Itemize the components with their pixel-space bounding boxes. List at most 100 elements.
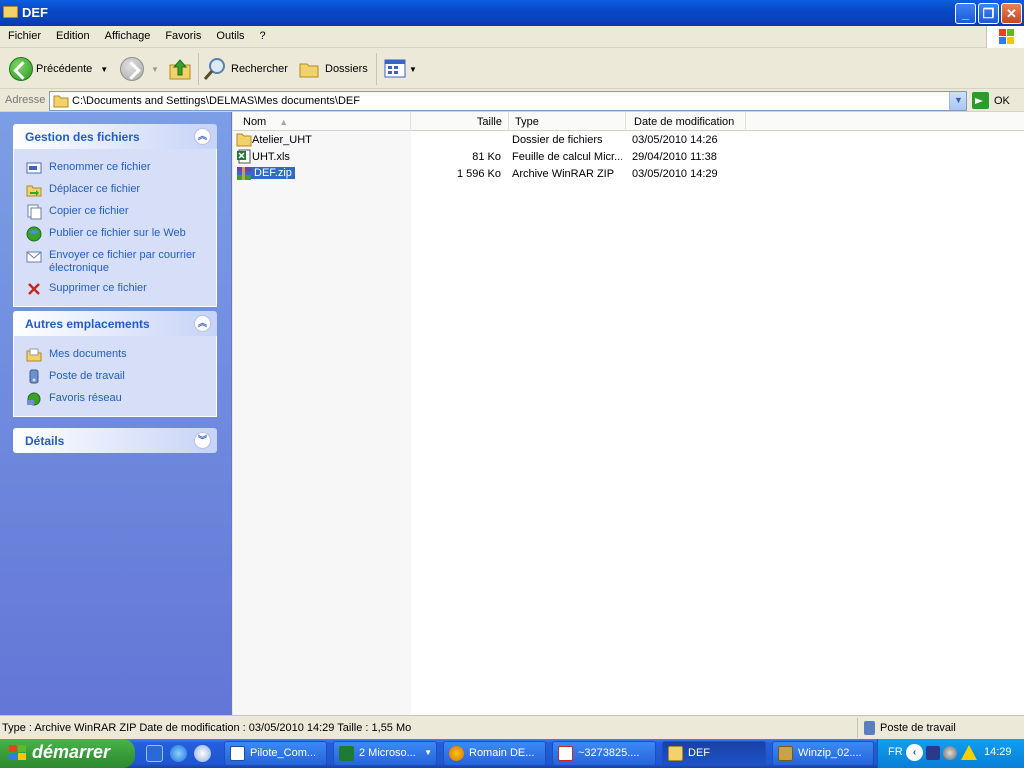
warning-tray-icon[interactable] <box>961 745 977 760</box>
menu-help[interactable]: ? <box>252 26 273 42</box>
place-my-documents[interactable]: Mes documents <box>14 344 216 366</box>
windows-logo-icon <box>986 26 1024 48</box>
details-panel: Détails ︾ <box>13 428 217 453</box>
back-button[interactable]: Précédente ▼ <box>9 55 108 83</box>
task-label: Mes documents <box>49 348 127 360</box>
clock[interactable]: 14:29 <box>984 746 1012 758</box>
status-zone: Poste de travail <box>857 718 1024 738</box>
quicklaunch-media-icon[interactable] <box>194 745 211 762</box>
collapse-icon[interactable]: ︽ <box>194 128 211 145</box>
quicklaunch-ie-icon[interactable] <box>170 745 187 762</box>
expand-icon[interactable]: ︾ <box>194 432 211 449</box>
copy-icon <box>27 204 42 220</box>
taskbar: démarrer Pilote_Com... 2 Microso... ▼ Ro… <box>0 739 1024 768</box>
volume-tray-icon[interactable] <box>943 746 957 760</box>
browser-icon <box>449 746 464 761</box>
menu-outils[interactable]: Outils <box>208 26 251 42</box>
column-name[interactable]: Nom ▲ <box>233 112 411 131</box>
column-type[interactable]: Type <box>509 112 626 131</box>
views-button[interactable]: ▼ <box>384 55 417 83</box>
other-places-header[interactable]: Autres emplacements ︽ <box>13 311 217 336</box>
up-folder-button[interactable] <box>168 55 192 83</box>
search-label: Rechercher <box>231 63 288 75</box>
language-indicator[interactable]: FR <box>888 746 903 758</box>
taskbar-button-label: ~3273825.... <box>578 747 640 759</box>
excel-icon <box>339 746 354 761</box>
sorted-column-shade <box>233 131 411 715</box>
menu-affichage[interactable]: Affichage <box>97 26 158 42</box>
toolbar: Précédente ▼ ▼ Rechercher Dossiers ▼ <box>0 49 1024 89</box>
file-row[interactable]: DEF.zip 1 596 Ko Archive WinRAR ZIP 03/0… <box>233 166 753 183</box>
taskbar-button-pdf[interactable]: ~3273825.... <box>552 741 656 766</box>
column-header: Nom ▲ Taille Type Date de modification <box>233 112 1024 131</box>
taskbar-button-def[interactable]: DEF <box>662 741 766 766</box>
file-row[interactable]: Atelier_UHT Dossier de fichiers 03/05/20… <box>233 132 753 149</box>
sort-ascending-icon: ▲ <box>279 117 289 127</box>
collapse-icon[interactable]: ︽ <box>194 315 211 332</box>
toolbar-divider <box>198 53 199 85</box>
task-email[interactable]: Envoyer ce fichier par courrier électron… <box>14 245 216 278</box>
file-size: 1 596 Ko <box>456 168 501 180</box>
file-tasks-list: Renommer ce fichier Déplacer ce fichier … <box>13 149 217 307</box>
excel-file-icon <box>237 149 251 164</box>
quicklaunch-outlook-icon[interactable] <box>146 745 163 762</box>
taskbar-button-firefox[interactable]: Romain DE... <box>443 741 546 766</box>
go-button[interactable]: OK <box>972 92 1010 109</box>
network-icon <box>27 392 41 406</box>
chevron-down-icon[interactable]: ▼ <box>409 65 417 74</box>
move-icon <box>26 185 42 197</box>
search-button[interactable]: Rechercher <box>203 55 288 83</box>
forward-button[interactable]: ▼ <box>120 55 159 83</box>
place-my-computer[interactable]: Poste de travail <box>14 366 216 388</box>
address-bar: Adresse C:\Documents and Settings\DELMAS… <box>0 90 1024 112</box>
folders-label: Dossiers <box>325 63 368 75</box>
address-dropdown-button[interactable]: ▼ <box>949 92 966 110</box>
computer-icon <box>29 369 39 384</box>
column-size-label: Taille <box>476 116 502 128</box>
task-rename[interactable]: Renommer ce fichier <box>14 157 216 179</box>
column-date[interactable]: Date de modification <box>626 112 746 131</box>
file-list[interactable]: Nom ▲ Taille Type Date de modification A… <box>233 112 1024 715</box>
task-copy[interactable]: Copier ce fichier <box>14 201 216 223</box>
rename-icon <box>26 162 42 174</box>
task-move[interactable]: Déplacer ce fichier <box>14 179 216 201</box>
task-publish-web[interactable]: Publier ce fichier sur le Web <box>14 223 216 245</box>
search-icon <box>203 58 225 80</box>
taskbar-button-excel[interactable]: 2 Microso... ▼ <box>333 741 437 766</box>
title-bar[interactable]: DEF _ ❐ ✕ <box>0 0 1024 26</box>
folders-button[interactable]: Dossiers <box>298 55 368 83</box>
maximize-button[interactable]: ❐ <box>978 3 999 24</box>
place-network[interactable]: Favoris réseau <box>14 388 216 410</box>
file-row[interactable]: UHT.xls 81 Ko Feuille de calcul Micr... … <box>233 149 753 166</box>
folders-icon <box>299 63 319 78</box>
details-title: Détails <box>25 434 65 448</box>
close-button[interactable]: ✕ <box>1001 3 1022 24</box>
file-tasks-panel: Gestion des fichiers ︽ Renommer ce fichi… <box>13 124 217 307</box>
task-delete[interactable]: Supprimer ce fichier <box>14 278 216 300</box>
taskbar-button-word[interactable]: Pilote_Com... <box>224 741 327 766</box>
other-places-title: Autres emplacements <box>25 317 150 331</box>
chevron-down-icon[interactable]: ▼ <box>151 65 159 74</box>
file-tasks-header[interactable]: Gestion des fichiers ︽ <box>13 124 217 149</box>
menu-edition[interactable]: Edition <box>48 26 97 42</box>
column-type-label: Type <box>515 116 539 128</box>
minimize-button[interactable]: _ <box>955 3 976 24</box>
address-path: C:\Documents and Settings\DELMAS\Mes doc… <box>72 95 360 107</box>
file-tasks-title: Gestion des fichiers <box>25 130 140 144</box>
network-tray-icon[interactable] <box>926 746 940 760</box>
task-label: Copier ce fichier <box>49 205 129 217</box>
file-type: Archive WinRAR ZIP <box>512 168 615 180</box>
start-label: démarrer <box>32 742 111 762</box>
address-input[interactable]: C:\Documents and Settings\DELMAS\Mes doc… <box>49 91 967 111</box>
back-arrow-icon <box>9 57 33 81</box>
column-size[interactable]: Taille <box>411 112 509 131</box>
tray-expand-icon[interactable]: ‹ <box>906 744 923 761</box>
menu-fichier[interactable]: Fichier <box>0 26 48 42</box>
file-type: Dossier de fichiers <box>512 134 603 146</box>
start-button[interactable]: démarrer <box>0 739 135 768</box>
chevron-down-icon[interactable]: ▼ <box>100 65 108 74</box>
taskbar-button-label: Winzip_02.... <box>798 747 862 759</box>
taskbar-button-winzip[interactable]: Winzip_02.... <box>772 741 874 766</box>
details-header[interactable]: Détails ︾ <box>13 428 217 453</box>
menu-favoris[interactable]: Favoris <box>157 26 208 42</box>
